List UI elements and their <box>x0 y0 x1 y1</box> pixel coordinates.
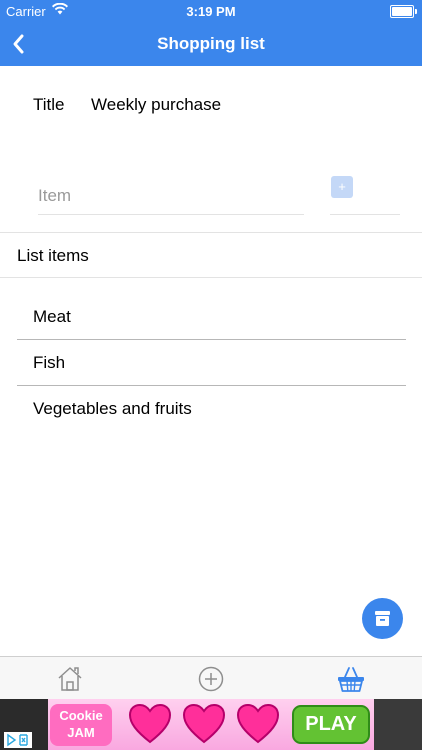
ad-creative[interactable]: Cookie JAM PLAY <box>48 699 374 750</box>
tab-basket[interactable] <box>336 665 366 693</box>
status-bar: Carrier 3:19 PM <box>0 0 422 22</box>
heart-icon <box>236 703 280 744</box>
ad-choices-icon[interactable] <box>4 732 32 748</box>
basket-icon <box>338 667 364 692</box>
add-circle-icon <box>198 666 224 692</box>
tab-bar <box>0 656 422 700</box>
tab-add[interactable] <box>196 665 226 693</box>
ad-logo: Cookie JAM <box>50 704 112 746</box>
archive-button[interactable] <box>362 598 403 639</box>
divider <box>0 232 422 233</box>
list-item-label: Vegetables and fruits <box>33 399 192 418</box>
title-field[interactable]: Weekly purchase <box>91 95 221 115</box>
list-item[interactable]: Meat <box>17 294 406 340</box>
home-icon <box>58 667 82 691</box>
tab-home[interactable] <box>55 665 85 693</box>
nav-bar: Shopping list <box>0 22 422 66</box>
archive-icon <box>375 611 390 626</box>
title-label: Title <box>33 95 65 114</box>
list-item[interactable]: Fish <box>17 340 406 386</box>
page-title: Shopping list <box>157 34 265 53</box>
add-item-button[interactable]: + <box>331 176 353 198</box>
item-input[interactable] <box>38 178 304 215</box>
ad-banner[interactable]: Cookie JAM PLAY <box>0 699 422 750</box>
ad-play-button[interactable]: PLAY <box>292 705 370 744</box>
divider <box>0 277 422 278</box>
list-item-label: Fish <box>33 353 66 372</box>
list-header: List items <box>17 246 89 265</box>
status-time: 3:19 PM <box>186 4 236 19</box>
list-item-label: Meat <box>33 307 71 326</box>
heart-icon <box>128 703 172 744</box>
ad-sidebar <box>374 699 422 750</box>
list-item[interactable]: Vegetables and fruits <box>17 386 406 431</box>
battery-icon <box>390 5 417 18</box>
heart-icon <box>182 703 226 744</box>
app-header: Carrier 3:19 PM Shopping list <box>0 0 422 66</box>
divider <box>330 214 400 215</box>
